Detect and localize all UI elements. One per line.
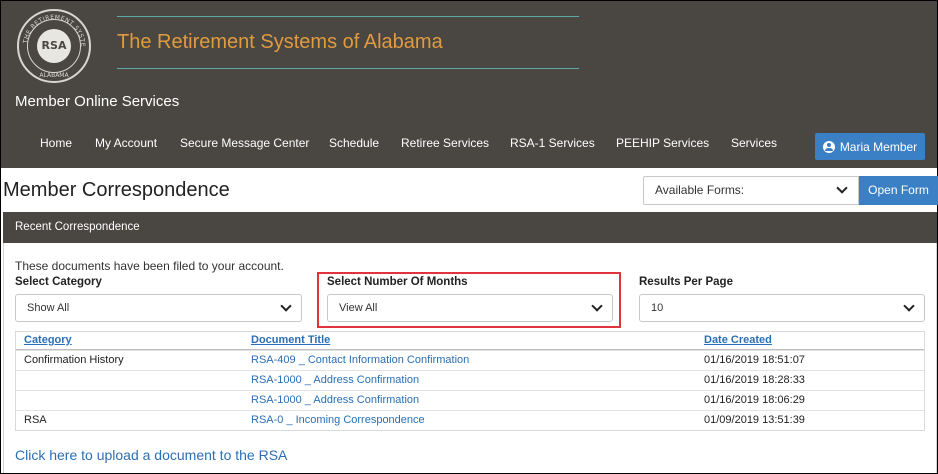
table-row: RSA-1000 _ Address Confirmation 01/16/20…	[16, 370, 924, 390]
nav-my-account[interactable]: My Account	[95, 136, 157, 150]
row-date: 01/09/2019 13:51:39	[704, 414, 805, 426]
nav-retiree-services[interactable]: Retiree Services	[401, 136, 489, 150]
svg-text:ALABAMA: ALABAMA	[39, 72, 69, 79]
user-menu-button[interactable]: Maria Member	[815, 133, 925, 160]
table-row: RSA-1000 _ Address Confirmation 01/16/20…	[16, 390, 924, 410]
nav-peehip-services[interactable]: PEEHIP Services	[616, 136, 709, 150]
panel-header: Recent Correspondence	[3, 212, 937, 243]
chevron-down-icon	[280, 300, 292, 312]
row-document-link[interactable]: RSA-1000 _ Address Confirmation	[251, 374, 419, 386]
row-document-link[interactable]: RSA-409 _ Contact Information Confirmati…	[251, 354, 469, 366]
category-select-value: Show All	[27, 302, 70, 314]
available-forms-select[interactable]: Available Forms:	[643, 176, 859, 205]
logo-core-text: RSA	[37, 29, 71, 63]
row-category: Confirmation History	[24, 354, 124, 366]
available-forms-value: Available Forms:	[655, 183, 745, 197]
nav-services[interactable]: Services	[731, 136, 777, 150]
rsa-logo[interactable]: THE RETIREMENT SYSTEMS ALABAMA RSA	[17, 9, 91, 83]
row-category: RSA	[24, 414, 47, 426]
column-header-category[interactable]: Category	[24, 334, 72, 346]
table-row: Confirmation History RSA-409 _ Contact I…	[16, 350, 924, 370]
category-label: Select Category	[15, 276, 102, 288]
correspondence-table: Category Document Title Date Created Con…	[15, 331, 925, 431]
nav-secure-message-center[interactable]: Secure Message Center	[180, 136, 309, 150]
chevron-down-icon	[903, 300, 915, 312]
category-select[interactable]: Show All	[15, 294, 302, 322]
nav-rsa1-services[interactable]: RSA-1 Services	[510, 136, 595, 150]
chevron-down-icon	[836, 182, 848, 194]
panel-intro-text: These documents have been filed to your …	[15, 259, 284, 273]
results-per-page-select[interactable]: 10	[639, 294, 925, 322]
site-title: The Retirement Systems of Alabama	[117, 31, 443, 53]
row-date: 01/16/2019 18:28:33	[704, 374, 805, 386]
user-circle-icon	[822, 140, 835, 153]
table-row: RSA RSA-0 _ Incoming Correspondence 01/0…	[16, 410, 924, 430]
open-form-button[interactable]: Open Form	[859, 176, 938, 205]
page-title: Member Correspondence	[3, 179, 230, 201]
upload-document-link[interactable]: Click here to upload a document to the R…	[15, 447, 287, 463]
table-header-row: Category Document Title Date Created	[16, 332, 924, 350]
nav-home[interactable]: Home	[40, 136, 72, 150]
row-document-link[interactable]: RSA-1000 _ Address Confirmation	[251, 394, 419, 406]
row-date: 01/16/2019 18:06:29	[704, 394, 805, 406]
results-per-page-value: 10	[651, 302, 664, 314]
portal-subtitle: Member Online Services	[15, 93, 180, 110]
title-divider-bottom	[117, 68, 579, 69]
nav-schedule[interactable]: Schedule	[329, 136, 379, 150]
results-per-page-label: Results Per Page	[639, 276, 733, 288]
row-document-link[interactable]: RSA-0 _ Incoming Correspondence	[251, 414, 425, 426]
site-header: THE RETIREMENT SYSTEMS ALABAMA RSA The R…	[1, 1, 937, 168]
title-divider-top	[117, 16, 579, 17]
months-highlight-box	[317, 272, 621, 328]
row-date: 01/16/2019 18:51:07	[704, 354, 805, 366]
column-header-document-title[interactable]: Document Title	[251, 334, 330, 346]
column-header-date-created[interactable]: Date Created	[704, 334, 772, 346]
user-name: Maria Member	[839, 139, 918, 154]
